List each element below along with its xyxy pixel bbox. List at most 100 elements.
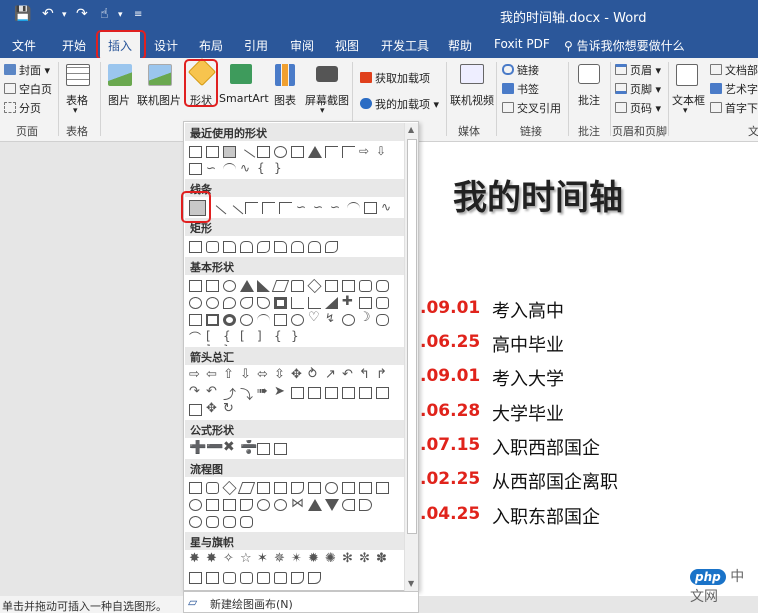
star-24-shape[interactable]: ✼ xyxy=(359,552,372,566)
diamond-shape[interactable] xyxy=(307,278,322,294)
redo-icon[interactable]: ↷ xyxy=(76,6,88,22)
tab-file[interactable]: 文件 xyxy=(12,37,36,54)
right-arrow-shape[interactable]: ⇨ xyxy=(359,144,372,158)
round-corner-rectangle-shape[interactable] xyxy=(291,241,304,253)
smiley-face-shape[interactable] xyxy=(291,314,304,326)
flowchart-magnetic-disk-shape[interactable] xyxy=(206,516,219,528)
online-picture-button[interactable]: 联机图片 xyxy=(137,92,181,108)
rectangle-shape[interactable] xyxy=(257,146,270,158)
tab-help[interactable]: 帮助 xyxy=(448,37,472,54)
table-dropdown-icon[interactable]: ▾ xyxy=(73,106,78,116)
tab-view[interactable]: 视图 xyxy=(335,37,359,54)
snip-diagonal-rectangle-shape[interactable] xyxy=(257,241,270,253)
trapezoid-shape[interactable] xyxy=(291,280,304,292)
l-shape[interactable] xyxy=(308,297,321,309)
cube-shape[interactable] xyxy=(189,314,202,326)
left-bracket-shape[interactable]: [ xyxy=(240,329,253,343)
chevron-shape[interactable] xyxy=(308,387,321,399)
bevel-shape[interactable] xyxy=(206,314,219,326)
vertical-textbox-shape[interactable] xyxy=(206,280,219,292)
touch-dropdown-icon[interactable]: ▾ xyxy=(118,10,123,20)
striped-right-arrow-shape[interactable]: ➠ xyxy=(257,384,270,399)
star-32-shape[interactable]: ✽ xyxy=(376,552,389,566)
flowchart-offpage-connector-shape[interactable] xyxy=(206,499,219,511)
parallelogram-shape[interactable] xyxy=(271,280,290,292)
rounded-rectangle-shape[interactable] xyxy=(206,241,219,253)
right-arrow-callout-shape[interactable] xyxy=(325,387,338,399)
link-button[interactable]: 链接 xyxy=(502,62,539,78)
new-drawing-canvas-item[interactable]: ▱ 新建绘图画布(N) xyxy=(183,591,419,613)
screenshot-dropdown-icon[interactable]: ▾ xyxy=(320,106,325,116)
arc-shape[interactable]: ⌒ xyxy=(189,329,202,345)
notched-right-arrow-shape[interactable]: ➤ xyxy=(274,384,287,399)
curved-up-arrow-shape[interactable]: ⤴ xyxy=(223,384,236,402)
right-brace-shape[interactable]: } xyxy=(274,161,287,175)
flowchart-merge-shape[interactable] xyxy=(325,499,339,511)
scrollbar-thumb[interactable] xyxy=(407,139,417,534)
left-right-up-arrow-shape[interactable]: ⥁ xyxy=(308,367,321,382)
oval-shape[interactable] xyxy=(223,280,236,292)
no-symbol-shape[interactable] xyxy=(240,314,253,326)
cover-page-button[interactable]: 封面 ▾ xyxy=(4,62,50,78)
timeline-date[interactable]: .09.01 xyxy=(420,366,480,386)
flowchart-manual-operation-shape[interactable] xyxy=(376,482,389,494)
drop-cap-button[interactable]: 首字下 xyxy=(710,100,758,116)
picture-button[interactable]: 图片 xyxy=(108,92,130,108)
snip-corner-rectangle-shape[interactable] xyxy=(223,241,236,253)
undo-dropdown-icon[interactable]: ▾ xyxy=(62,10,67,20)
curved-connector-shape[interactable]: ∽ xyxy=(296,200,309,214)
tab-references[interactable]: 引用 xyxy=(244,37,268,54)
tab-developer[interactable]: 开发工具 xyxy=(381,37,429,54)
elbow-double-arrow-connector-shape[interactable] xyxy=(279,202,292,214)
donut-shape[interactable] xyxy=(223,314,236,326)
curved-ribbon-up-shape[interactable] xyxy=(223,572,236,584)
line-shape[interactable] xyxy=(223,146,236,158)
round-diagonal-rectangle-shape[interactable] xyxy=(325,241,338,253)
flowchart-delay-shape[interactable] xyxy=(359,499,372,511)
screenshot-button[interactable]: 屏幕截图 xyxy=(305,92,349,108)
curve-shape[interactable] xyxy=(347,202,360,214)
teardrop-shape[interactable] xyxy=(257,297,270,309)
page-break-button[interactable]: 分页 xyxy=(4,100,41,116)
footer-button[interactable]: 页脚 ▾ xyxy=(615,81,661,97)
heart-shape[interactable]: ♡ xyxy=(308,311,321,325)
timeline-event[interactable]: 考入高中 xyxy=(492,297,564,323)
left-right-arrow-shape[interactable]: ⬄ xyxy=(257,367,270,382)
arrow-line-shape[interactable] xyxy=(208,205,227,217)
snip-same-side-rectangle-shape[interactable] xyxy=(240,241,253,253)
can-shape[interactable] xyxy=(376,297,389,309)
plaque-shape[interactable] xyxy=(359,297,372,309)
left-brace-shape[interactable]: { xyxy=(274,329,287,343)
scroll-down-icon[interactable]: ▼ xyxy=(408,579,414,588)
document-title[interactable]: 我的时间轴 xyxy=(453,170,623,219)
ribbon-up-shape[interactable] xyxy=(189,572,202,584)
tab-design[interactable]: 设计 xyxy=(154,37,178,54)
tab-foxit-pdf[interactable]: Foxit PDF xyxy=(494,37,550,51)
right-triangle-shape[interactable] xyxy=(257,280,270,292)
cross-shape[interactable]: ✚ xyxy=(342,294,355,309)
frame-shape[interactable] xyxy=(274,297,287,309)
smartart-button[interactable]: SmartArt xyxy=(219,92,269,105)
double-bracket-shape[interactable]: [ ] xyxy=(206,329,219,346)
plus-shape[interactable]: ➕ xyxy=(189,440,206,455)
timeline-date[interactable]: .06.28 xyxy=(420,401,480,421)
blank-page-button[interactable]: 空白页 xyxy=(4,81,52,97)
arc-shape[interactable] xyxy=(223,163,236,175)
triangle-shape[interactable] xyxy=(308,146,322,158)
flowchart-terminator-shape[interactable] xyxy=(325,482,338,494)
timeline-event[interactable]: 考入大学 xyxy=(492,365,564,391)
horizontal-scroll-shape[interactable] xyxy=(274,572,287,584)
u-turn-arrow-shape[interactable]: ↶ xyxy=(342,367,355,382)
double-arrow-line-shape[interactable] xyxy=(225,205,244,217)
bent-arrow-shape[interactable]: ↗ xyxy=(325,367,338,382)
comment-button[interactable]: 批注 xyxy=(578,92,600,108)
chord-shape[interactable] xyxy=(240,297,253,309)
left-arrow-shape[interactable]: ⇦ xyxy=(206,367,219,382)
timeline-event[interactable]: 高中毕业 xyxy=(492,331,564,357)
flowchart-manual-input-shape[interactable] xyxy=(359,482,372,494)
tab-home[interactable]: 开始 xyxy=(62,37,86,54)
save-icon[interactable]: 💾 xyxy=(14,6,31,22)
division-shape[interactable]: ➗ xyxy=(240,440,257,455)
cross-reference-button[interactable]: 交叉引用 xyxy=(502,100,561,116)
vertical-textbox-shape[interactable] xyxy=(206,146,219,158)
